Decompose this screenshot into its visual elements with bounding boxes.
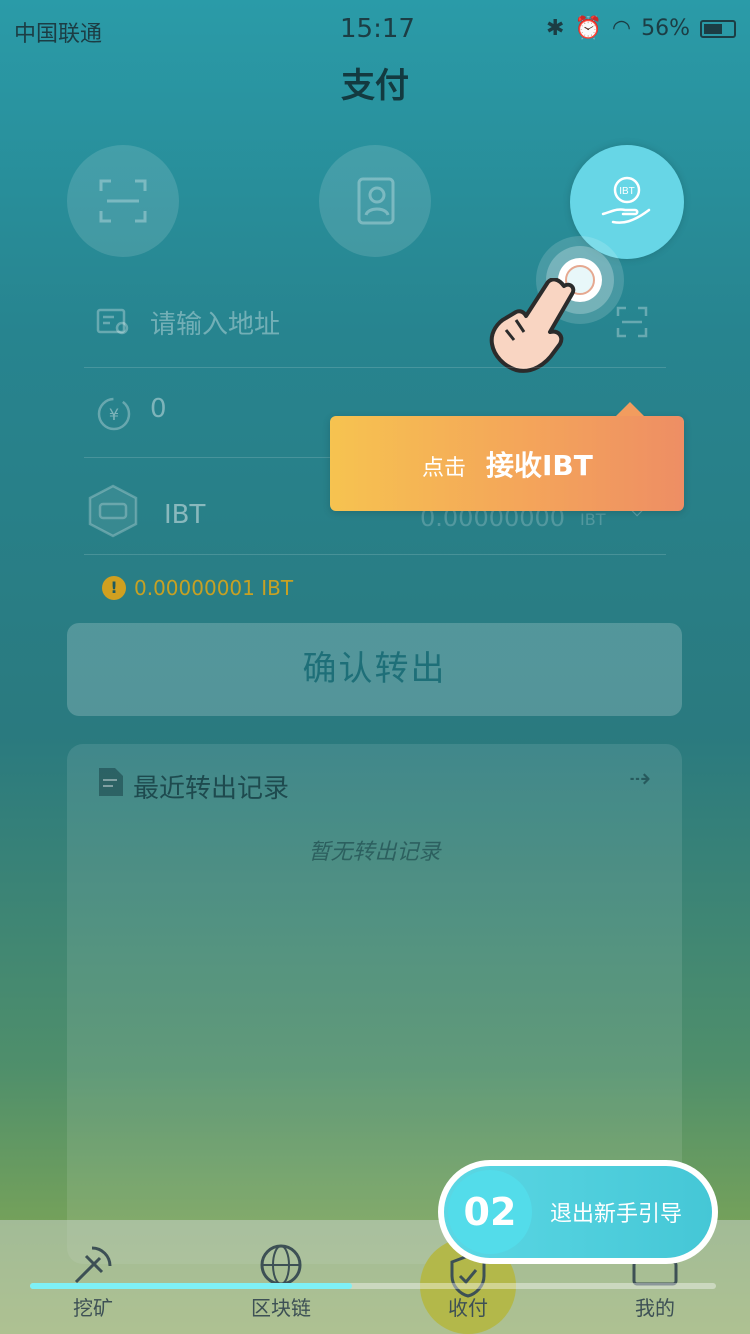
svg-text:IBT: IBT — [619, 186, 635, 197]
alarm-icon: ⏰ — [574, 16, 602, 41]
contacts-icon — [357, 177, 395, 225]
arrow-right-icon[interactable]: ⇢ — [629, 764, 651, 794]
tooltip-prefix: 点击 — [422, 456, 467, 481]
records-empty-text: 暂无转出记录 — [308, 840, 441, 865]
carrier-label: 中国联通 — [14, 22, 103, 47]
svg-text:¥: ¥ — [109, 405, 119, 424]
battery-percent: 56% — [641, 16, 690, 41]
pickaxe-icon — [70, 1242, 116, 1288]
fee-text: 0.00000001 IBT — [134, 576, 294, 600]
tab-payment[interactable]: 收付 — [418, 1292, 518, 1321]
guide-step-number: 02 — [448, 1170, 532, 1254]
status-right: ✱ ⏰ ◠ 56% — [546, 16, 736, 41]
bluetooth-icon: ✱ — [546, 16, 565, 41]
document-icon — [99, 768, 123, 796]
status-bar: 中国联通 15:17 ✱ ⏰ ◠ 56% — [0, 0, 750, 60]
contacts-button[interactable] — [319, 145, 431, 257]
status-time: 15:17 — [340, 14, 415, 44]
scan-address-icon[interactable] — [616, 306, 648, 338]
token-unit: IBT — [580, 510, 606, 529]
records-title: 最近转出记录 — [133, 774, 290, 804]
address-input[interactable]: 请输入地址 — [150, 304, 280, 341]
yuan-icon: ¥ — [97, 397, 131, 431]
scan-button[interactable] — [67, 145, 179, 257]
battery-icon — [700, 19, 736, 38]
ibt-token-icon — [88, 484, 138, 538]
exit-guide-label: 退出新手引导 — [550, 1202, 683, 1227]
warning-icon: ! — [102, 576, 126, 600]
tab-blockchain[interactable]: 区块链 — [231, 1292, 331, 1321]
page-title: 支付 — [341, 66, 409, 106]
address-book-icon — [96, 308, 129, 335]
amount-input[interactable]: 0 — [150, 394, 167, 424]
globe-icon — [258, 1242, 304, 1288]
scan-icon — [99, 179, 147, 223]
tab-mine[interactable]: 我的 — [605, 1292, 705, 1321]
tab-mining[interactable]: 挖矿 — [43, 1292, 143, 1321]
wifi-icon: ◠ — [611, 16, 632, 41]
exit-guide-inner: 02 退出新手引导 — [444, 1166, 712, 1258]
guide-tooltip: 点击 接收IBT — [330, 402, 684, 511]
confirm-transfer-button[interactable]: 确认转出 — [67, 623, 682, 716]
guide-progress-fill — [30, 1283, 353, 1289]
token-name: IBT — [164, 500, 206, 530]
address-row[interactable]: 请输入地址 — [84, 280, 666, 368]
tooltip-action: 接收IBT — [486, 449, 593, 482]
exit-guide-button[interactable]: 02 退出新手引导 — [438, 1160, 718, 1264]
guide-progress-bar — [30, 1283, 716, 1289]
receive-ibt-icon: IBT — [601, 176, 651, 224]
